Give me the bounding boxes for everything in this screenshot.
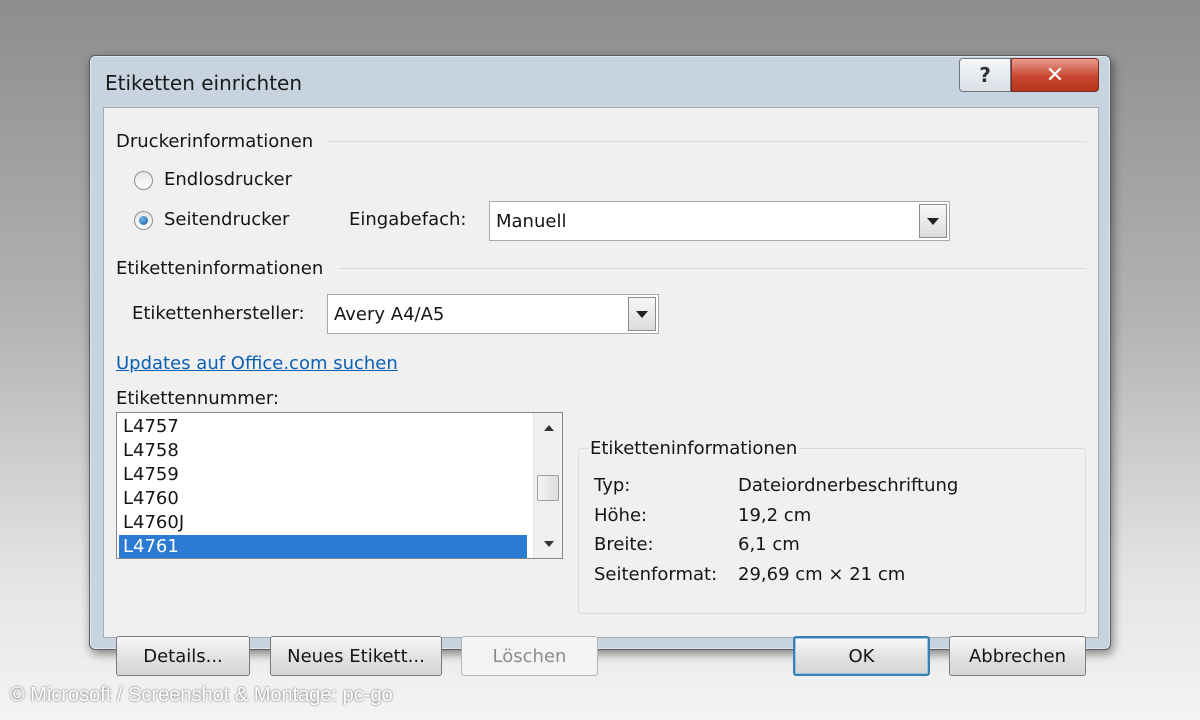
- scroll-down-icon[interactable]: [534, 532, 562, 556]
- label-number-list[interactable]: L4757 L4758 L4759 L4760 L4760J L4761: [116, 412, 563, 559]
- dialog-body: Druckerinformationen Endlosdrucker Seite…: [103, 107, 1099, 676]
- printer-info-heading: Druckerinformationen: [116, 131, 314, 152]
- vendor-label: Etikettenhersteller:: [132, 303, 305, 324]
- close-button[interactable]: ✕: [1011, 58, 1099, 92]
- list-item-selected[interactable]: L4761: [119, 535, 527, 558]
- list-item[interactable]: L4757: [119, 415, 527, 439]
- list-item[interactable]: L4758: [119, 439, 527, 463]
- detail-key: Typ:: [594, 475, 631, 496]
- details-button[interactable]: Details...: [116, 636, 250, 676]
- chevron-down-icon[interactable]: [628, 297, 656, 331]
- chevron-down-icon[interactable]: [919, 204, 947, 238]
- detail-value: 29,69 cm × 21 cm: [738, 564, 906, 585]
- copyright-caption: © Microsoft / Screenshot & Montage: pc-g…: [10, 684, 393, 706]
- page-printer-label[interactable]: Seitendrucker: [164, 209, 289, 230]
- updates-link[interactable]: Updates auf Office.com suchen: [116, 353, 398, 374]
- vendor-select-value: Avery A4/A5: [334, 304, 445, 325]
- title-bar[interactable]: Etiketten einrichten ? ✕: [90, 56, 1110, 108]
- detail-value: Dateiordnerbeschriftung: [738, 475, 959, 496]
- new-label-button[interactable]: Neues Etikett...: [270, 636, 442, 676]
- list-item[interactable]: L4759: [119, 463, 527, 487]
- tray-select[interactable]: Manuell: [489, 201, 950, 241]
- delete-button[interactable]: Löschen: [461, 636, 598, 676]
- tray-select-value: Manuell: [496, 211, 567, 232]
- label-details-title: Etiketteninformationen: [588, 438, 800, 459]
- dialog-window: Etiketten einrichten ? ✕ Druckerinformat…: [89, 55, 1111, 676]
- help-icon: ?: [979, 63, 991, 87]
- scroll-up-icon[interactable]: [534, 416, 562, 440]
- endless-printer-label[interactable]: Endlosdrucker: [164, 169, 292, 190]
- endless-printer-radio[interactable]: [134, 171, 153, 190]
- label-details-box: [578, 448, 1086, 614]
- detail-value: 6,1 cm: [738, 534, 800, 555]
- list-item[interactable]: L4760J: [119, 511, 527, 535]
- vendor-select[interactable]: Avery A4/A5: [327, 294, 659, 334]
- detail-key: Seitenformat:: [594, 564, 718, 585]
- detail-value: 19,2 cm: [738, 505, 812, 526]
- label-info-heading: Etiketteninformationen: [116, 258, 324, 279]
- scroll-thumb[interactable]: [537, 475, 559, 501]
- printer-info-separator: [326, 141, 1086, 142]
- page-printer-radio[interactable]: [134, 211, 153, 230]
- detail-key: Höhe:: [594, 505, 648, 526]
- radio-selected-dot: [139, 216, 148, 225]
- dialog-title: Etiketten einrichten: [105, 71, 303, 95]
- label-info-separator: [339, 268, 1086, 269]
- list-item[interactable]: L4760: [119, 487, 527, 511]
- close-icon: ✕: [1045, 62, 1065, 88]
- list-scrollbar[interactable]: [533, 413, 562, 558]
- tray-label: Eingabefach:: [349, 209, 467, 230]
- ok-button[interactable]: OK: [793, 636, 930, 676]
- label-number-heading: Etikettennummer:: [116, 388, 279, 409]
- cancel-button[interactable]: Abbrechen: [949, 636, 1086, 676]
- help-button[interactable]: ?: [959, 58, 1011, 92]
- detail-key: Breite:: [594, 534, 654, 555]
